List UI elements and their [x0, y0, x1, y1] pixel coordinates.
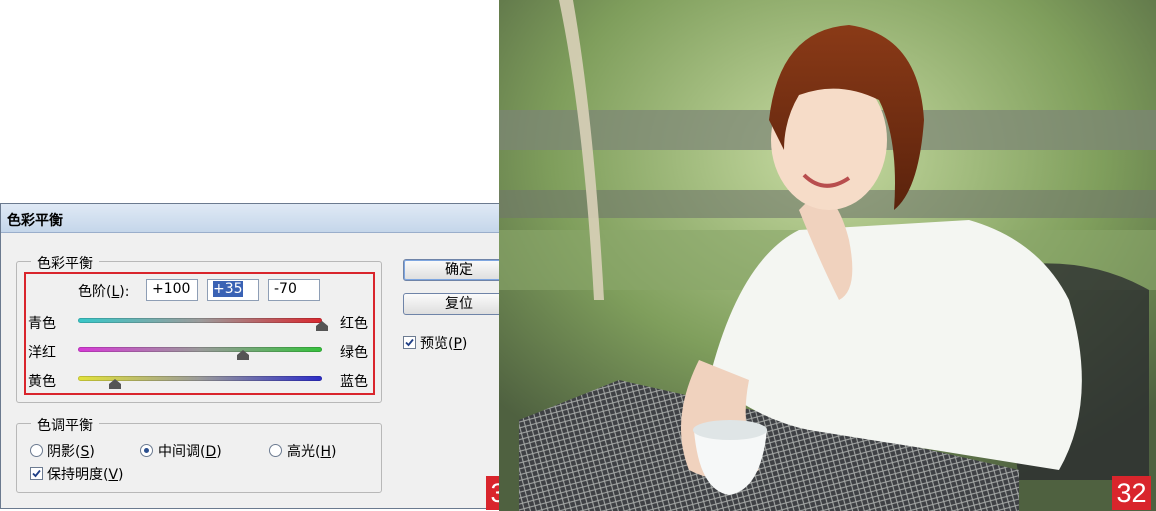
slider-thumb-magenta-green[interactable]	[236, 350, 249, 360]
slider-label-red: 红色	[340, 316, 368, 332]
dialog-title: 色彩平衡	[7, 213, 63, 229]
preview-label: 预览(P)	[420, 336, 468, 352]
slider-track-magenta-green[interactable]	[78, 347, 322, 352]
midtones-radio[interactable]	[140, 444, 153, 457]
slider-thumb-cyan-red[interactable]	[316, 321, 328, 331]
figure-badge-32: 32	[1112, 476, 1151, 510]
shadows-radio[interactable]	[30, 444, 43, 457]
color-balance-legend: 色彩平衡	[31, 253, 99, 273]
level-input-cyan-red[interactable]: +100	[146, 279, 198, 301]
slider-track-cyan-red[interactable]	[78, 318, 322, 323]
portrait-photo: 32	[499, 0, 1156, 511]
radio-selected-dot	[144, 448, 149, 453]
slider-label-green: 绿色	[340, 345, 368, 361]
tone-balance-legend: 色调平衡	[31, 415, 99, 435]
preview-checkbox[interactable]	[403, 336, 416, 349]
shadows-label: 阴影(S)	[47, 444, 95, 460]
photo-illustration	[499, 0, 1156, 511]
page: 色彩平衡 色彩平衡 色阶(L): +100 +35 -70 青色 红色 洋红 绿…	[0, 0, 1156, 511]
level-input-yellow-blue[interactable]: -70	[268, 279, 320, 301]
slider-label-blue: 蓝色	[340, 374, 368, 390]
slider-thumb-yellow-blue[interactable]	[108, 379, 121, 389]
preserve-luminosity-label: 保持明度(V)	[47, 467, 124, 483]
checkmark-icon	[405, 338, 414, 347]
preserve-luminosity-checkbox[interactable]	[30, 467, 43, 480]
highlights-radio[interactable]	[269, 444, 282, 457]
levels-label: 色阶(L):	[78, 284, 130, 300]
highlights-label: 高光(H)	[287, 444, 337, 460]
slider-label-yellow: 黄色	[28, 374, 56, 390]
level-input-magenta-green[interactable]: +35	[207, 279, 259, 301]
checkmark-icon	[32, 469, 41, 478]
dialog-titlebar: 色彩平衡	[1, 204, 529, 233]
midtones-label: 中间调(D)	[158, 444, 222, 460]
slider-label-magenta: 洋红	[28, 345, 56, 361]
slider-label-cyan: 青色	[28, 316, 56, 332]
